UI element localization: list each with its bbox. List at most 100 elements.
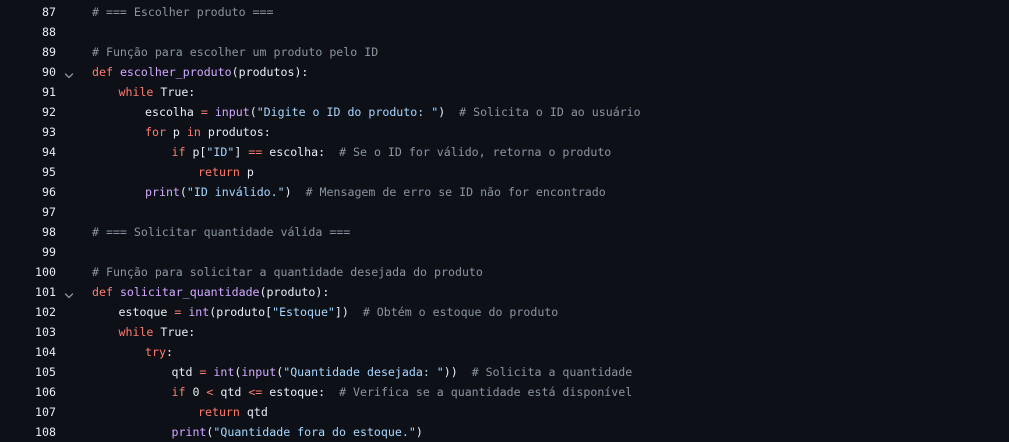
code-text: while True: <box>119 322 196 342</box>
code-token: 0 <box>185 385 207 399</box>
code-token: <= <box>248 385 263 399</box>
code-text: def escolher_produto(produtos): <box>92 62 308 82</box>
code-token: escolha: <box>262 145 340 159</box>
code-text: print("Quantidade fora do estoque.") <box>172 422 423 442</box>
code-token: (produto): <box>259 285 330 299</box>
code-token: input <box>241 365 277 379</box>
code-line[interactable]: 107 return qtd <box>0 402 1009 422</box>
code-line[interactable]: 96 print("ID inválido.") # Mensagem de er… <box>0 182 1009 202</box>
code-token: ) <box>284 185 306 199</box>
code-token: ] <box>234 145 249 159</box>
code-text: # === Solicitar quantidade válida === <box>92 222 350 242</box>
code-text: estoque = int(produto["Estoque"]) # Obté… <box>119 302 559 322</box>
code-line[interactable]: 94 if p["ID"] == escolha: # Se o ID for v… <box>0 142 1009 162</box>
code-token: "Digite o ID do produto: " <box>256 105 439 119</box>
code-token: (produtos): <box>231 65 309 79</box>
code-token: "ID" <box>206 145 235 159</box>
line-number: 90 <box>42 65 56 79</box>
code-token: True: <box>153 325 196 339</box>
code-line[interactable]: 89 # Função para escolher um produto pelo… <box>0 42 1009 62</box>
line-number: 107 <box>35 405 56 419</box>
code-token: ) <box>415 425 423 439</box>
code-text: return p <box>198 162 254 182</box>
line-number: 106 <box>35 385 56 399</box>
code-token: # Mensagem de erro se ID não for encontr… <box>305 185 606 199</box>
code-token: ) <box>438 105 460 119</box>
code-token: def <box>92 65 113 79</box>
code-token: "Estoque" <box>272 305 335 319</box>
code-token: escolha <box>145 105 201 119</box>
line-number: 95 <box>42 165 56 179</box>
code-token: if <box>171 385 186 399</box>
code-line[interactable]: 108 print("Quantidade fora do estoque.") <box>0 422 1009 442</box>
code-token: "ID inválido." <box>186 185 285 199</box>
code-editor[interactable]: 87 # === Escolher produto === 88 89 # Função… <box>0 2 1009 442</box>
code-token: # === Escolher produto === <box>92 5 274 19</box>
code-line[interactable]: 102 estoque = int(produto["Estoque"]) # O… <box>0 302 1009 322</box>
code-line[interactable]: 106 if 0 < qtd <= estoque: # Verifica se … <box>0 382 1009 402</box>
code-line[interactable]: 105 qtd = int(input("Quantidade desejada:… <box>0 362 1009 382</box>
code-token: print <box>145 185 180 199</box>
code-token: : <box>165 345 173 359</box>
line-number: 88 <box>42 25 56 39</box>
line-number: 99 <box>42 245 56 259</box>
line-number: 104 <box>35 345 56 359</box>
code-token: estoque <box>118 305 175 319</box>
code-line[interactable]: 99 <box>0 242 1009 262</box>
code-text: print("ID inválido.") # Mensagem de erro… <box>145 182 606 202</box>
code-token: "Quantidade fora do estoque." <box>213 425 416 439</box>
code-token: input <box>214 105 250 119</box>
code-line[interactable]: 91 while True: <box>0 82 1009 102</box>
line-number: 108 <box>35 425 56 439</box>
code-token: ( <box>179 185 187 199</box>
chevron-down-icon[interactable] <box>64 287 74 299</box>
code-token: in <box>186 125 201 139</box>
code-text: # Função para escolher um produto pelo I… <box>92 42 378 62</box>
code-line[interactable]: 98 # === Solicitar quantidade válida === <box>0 222 1009 242</box>
code-token: "Quantidade desejada: " <box>283 365 444 379</box>
code-token: p[ <box>185 145 207 159</box>
code-token: return <box>198 165 240 179</box>
line-number: 101 <box>35 285 56 299</box>
code-text: for p in produtos: <box>145 122 271 142</box>
line-number: 91 <box>42 85 56 99</box>
code-token: while <box>118 325 154 339</box>
code-line[interactable]: 93 for p in produtos: <box>0 122 1009 142</box>
chevron-down-icon[interactable] <box>64 67 74 79</box>
code-token: # Função para solicitar a quantidade des… <box>92 265 483 279</box>
line-number: 93 <box>42 125 56 139</box>
code-text: # Função para solicitar a quantidade des… <box>92 262 483 282</box>
line-number: 98 <box>42 225 56 239</box>
code-line[interactable]: 87 # === Escolher produto === <box>0 2 1009 22</box>
code-token: # Se o ID for válido, retorna o produto <box>339 145 612 159</box>
code-text: if p["ID"] == escolha: # Se o ID for vál… <box>172 142 612 162</box>
code-line[interactable]: 95 return p <box>0 162 1009 182</box>
code-text: def solicitar_quantidade(produto): <box>92 282 329 302</box>
code-line[interactable]: 100 # Função para solicitar a quantidade … <box>0 262 1009 282</box>
line-number: 96 <box>42 185 56 199</box>
code-line[interactable]: 97 <box>0 202 1009 222</box>
code-line[interactable]: 88 <box>0 22 1009 42</box>
code-line[interactable]: 92 escolha = input("Digite o ID do produt… <box>0 102 1009 122</box>
code-line[interactable]: 90 def escolher_produto(produtos): <box>0 62 1009 82</box>
code-token: produtos: <box>200 125 271 139</box>
code-line[interactable]: 104 try: <box>0 342 1009 362</box>
line-number: 97 <box>42 205 56 219</box>
code-token: escolher_produto <box>119 65 232 79</box>
code-token: == <box>248 145 263 159</box>
code-token: # === Solicitar quantidade válida === <box>92 225 351 239</box>
code-token: p <box>239 165 254 179</box>
code-text: escolha = input("Digite o ID do produto:… <box>145 102 641 122</box>
code-token: # Obtém o estoque do produto <box>362 305 559 319</box>
line-number: 89 <box>42 45 56 59</box>
code-text: return qtd <box>198 402 268 422</box>
code-line[interactable]: 101 def solicitar_quantidade(produto): <box>0 282 1009 302</box>
code-token: # Função para escolher um produto pelo I… <box>92 45 379 59</box>
code-token: int <box>213 365 235 379</box>
code-line[interactable]: 103 while True: <box>0 322 1009 342</box>
code-token: p <box>165 125 187 139</box>
line-number: 103 <box>35 325 56 339</box>
code-token: ]) <box>334 305 363 319</box>
code-token: qtd <box>213 385 249 399</box>
